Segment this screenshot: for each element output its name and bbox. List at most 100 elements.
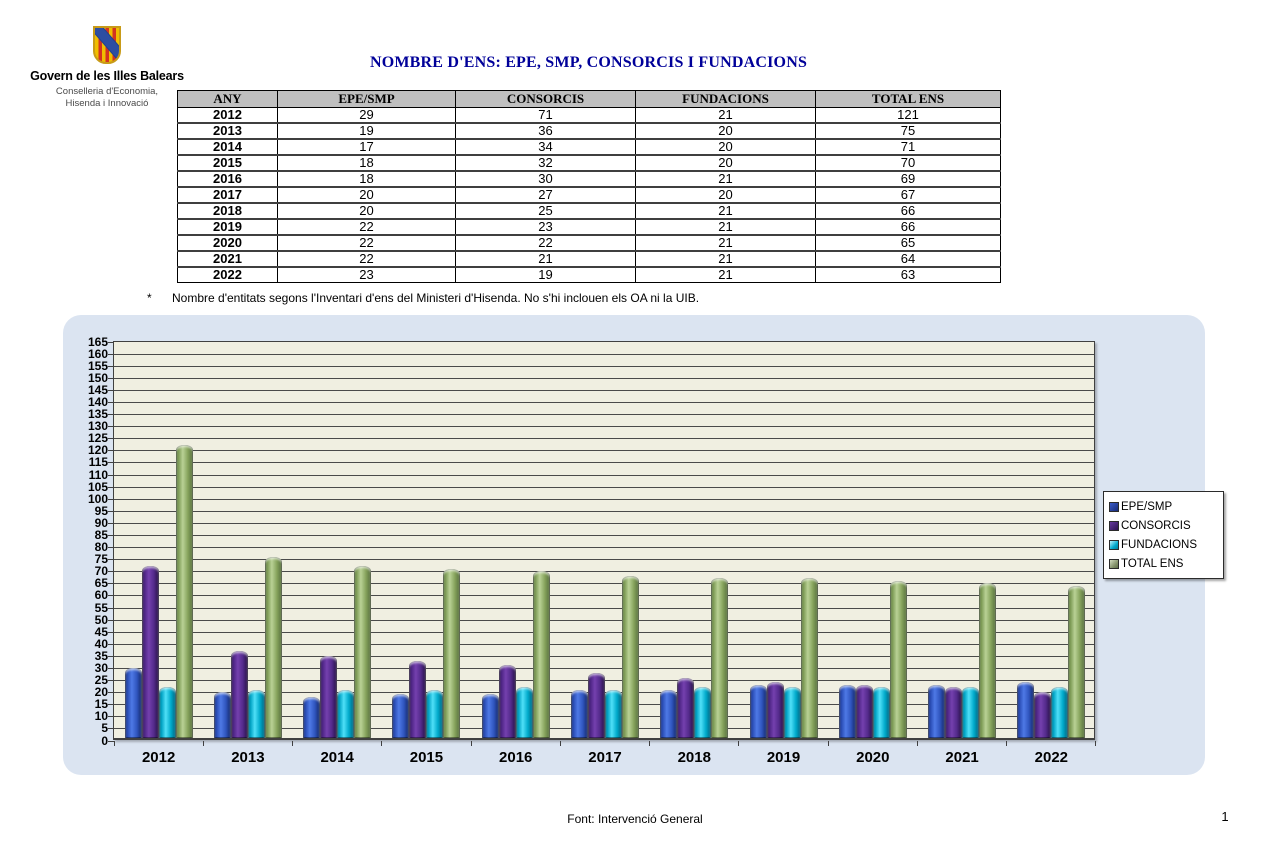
footnote-marker: * [147, 291, 152, 305]
legend-item: TOTAL ENS [1109, 554, 1219, 573]
y-tick-label: 115 [65, 456, 108, 469]
org-name: Govern de les Illes Balears [28, 69, 186, 83]
y-tick-label: 80 [65, 541, 108, 554]
y-tick-label: 70 [65, 565, 108, 578]
grid-line [114, 608, 1094, 609]
y-tick-label: 100 [65, 493, 108, 506]
table-cell-value: 21 [636, 219, 816, 235]
y-tick-label: 85 [65, 529, 108, 542]
grid-line [114, 450, 1094, 451]
y-axis-tick [108, 475, 114, 476]
table-column-header: EPE/SMP [278, 91, 456, 108]
y-axis-tick [108, 632, 114, 633]
bar-epe-smp [392, 694, 409, 738]
bar-consorcis [677, 678, 694, 738]
table-cell-value: 71 [816, 139, 1001, 155]
table-cell-year: 2020 [178, 235, 278, 251]
grid-line [114, 414, 1094, 415]
bar-fundacions [873, 687, 890, 738]
grid-line [114, 511, 1094, 512]
table-cell-value: 22 [278, 251, 456, 267]
table-cell-value: 67 [816, 187, 1001, 203]
grid-line [114, 475, 1094, 476]
y-axis-tick [108, 547, 114, 548]
x-axis-tick [381, 741, 382, 746]
plot-area: 0510152025303540455055606570758085909510… [113, 341, 1095, 740]
bar-fundacions [605, 690, 622, 738]
x-axis-tick [649, 741, 650, 746]
x-tick-label: 2015 [382, 749, 471, 766]
y-axis-tick [108, 535, 114, 536]
x-tick-label: 2019 [739, 749, 828, 766]
y-tick-label: 165 [65, 336, 108, 349]
table-cell-year: 2016 [178, 171, 278, 187]
table-cell-value: 21 [636, 171, 816, 187]
table-row: 202122212164 [178, 251, 1001, 267]
table-column-header: CONSORCIS [456, 91, 636, 108]
grid-line [114, 354, 1094, 355]
chart-legend: EPE/SMPCONSORCISFUNDACIONSTOTAL ENS [1103, 491, 1224, 579]
bar-fundacions [516, 687, 533, 738]
table-cell-value: 22 [278, 219, 456, 235]
y-axis-tick [108, 426, 114, 427]
footer-source: Font: Intervenció General [0, 812, 1270, 826]
table-row: 201518322070 [178, 155, 1001, 171]
legend-label: CONSORCIS [1121, 520, 1191, 532]
bar-consorcis [231, 651, 248, 738]
y-axis-tick [108, 499, 114, 500]
bar-epe-smp [482, 694, 499, 738]
bar-consorcis [1034, 692, 1051, 738]
bar-fundacions [159, 687, 176, 738]
y-axis-tick [108, 620, 114, 621]
table-cell-value: 63 [816, 267, 1001, 283]
bar-fundacions [337, 690, 354, 738]
table-column-header: FUNDACIONS [636, 91, 816, 108]
x-tick-label: 2012 [114, 749, 203, 766]
bar-consorcis [409, 661, 426, 738]
bar-total-ens [801, 578, 818, 738]
x-axis-tick [738, 741, 739, 746]
footnote-text: Nombre d'entitats segons l'Inventari d'e… [172, 291, 699, 305]
y-axis-tick [108, 450, 114, 451]
legend-swatch-icon [1109, 502, 1119, 512]
bar-fundacions [694, 687, 711, 738]
table-cell-year: 2014 [178, 139, 278, 155]
grid-line [114, 535, 1094, 536]
y-tick-label: 140 [65, 396, 108, 409]
bar-fundacions [1051, 687, 1068, 738]
y-axis-tick [108, 644, 114, 645]
bar-consorcis [142, 566, 159, 738]
y-tick-label: 10 [65, 710, 108, 723]
x-tick-label: 2014 [293, 749, 382, 766]
y-tick-label: 120 [65, 444, 108, 457]
y-axis-tick [108, 523, 114, 524]
y-tick-label: 25 [65, 674, 108, 687]
bar-consorcis [767, 682, 784, 738]
y-tick-label: 150 [65, 372, 108, 385]
x-tick-label: 2022 [1007, 749, 1096, 766]
bar-total-ens [443, 569, 460, 738]
table-cell-value: 21 [456, 251, 636, 267]
table-cell-value: 19 [456, 267, 636, 283]
bar-consorcis [499, 665, 516, 738]
grid-line [114, 402, 1094, 403]
x-axis-tick [560, 741, 561, 746]
table-cell-value: 36 [456, 123, 636, 139]
y-axis-tick [108, 342, 114, 343]
y-axis-tick [108, 668, 114, 669]
y-tick-label: 130 [65, 420, 108, 433]
bar-consorcis [588, 673, 605, 738]
bar-total-ens [176, 445, 193, 738]
table-row: 201417342071 [178, 139, 1001, 155]
y-tick-label: 60 [65, 589, 108, 602]
table-cell-value: 21 [636, 235, 816, 251]
y-tick-label: 45 [65, 626, 108, 639]
table-column-header: TOTAL ENS [816, 91, 1001, 108]
table-cell-value: 64 [816, 251, 1001, 267]
legend-label: EPE/SMP [1121, 501, 1172, 513]
x-tick-label: 2013 [203, 749, 292, 766]
table-cell-value: 17 [278, 139, 456, 155]
bar-total-ens [533, 571, 550, 738]
org-header: Govern de les Illes Balears Conselleria … [28, 26, 186, 110]
y-tick-label: 75 [65, 553, 108, 566]
